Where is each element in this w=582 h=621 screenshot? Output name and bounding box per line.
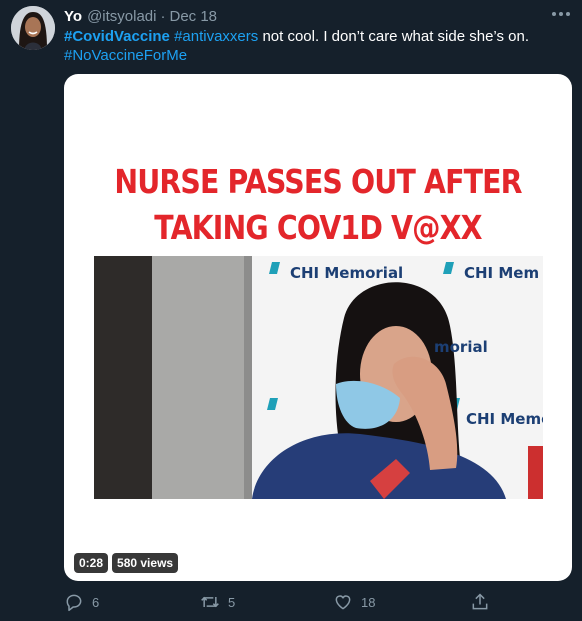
like-count: 18 [361, 594, 376, 610]
avatar-image [11, 6, 55, 50]
video-views: 580 views [112, 553, 179, 573]
author-name[interactable]: Yo [64, 8, 82, 25]
author-handle[interactable]: @itsyoladi [87, 8, 156, 25]
tweet-date[interactable]: Dec 18 [169, 8, 217, 25]
video-player[interactable]: NURSE PASSES OUT AFTER TAKING COV1D V@XX [64, 74, 572, 581]
video-frame: CHI Memorial CHI Mem morial CHI Memo [94, 256, 543, 499]
headline-line-2: TAKING COV1D V@XX [154, 208, 482, 247]
hashtag-link[interactable]: #CovidVaccine [64, 28, 170, 45]
backdrop-logo-text: CHI Mem [464, 264, 540, 282]
like-button[interactable]: 18 [333, 592, 375, 612]
tweet-header: Yo @itsyoladi · Dec 18 [64, 6, 217, 26]
share-icon [472, 593, 488, 610]
video-duration: 0:28 [74, 553, 109, 573]
video-headline: NURSE PASSES OUT AFTER TAKING COV1D V@XX [100, 159, 537, 251]
retweet-icon [201, 596, 219, 608]
reply-count: 6 [92, 594, 100, 610]
retweet-button[interactable]: 5 [200, 592, 235, 612]
tweet-body-text: not cool. I don’t care what side she’s o… [258, 28, 529, 45]
hashtag-link[interactable]: #antivaxxers [174, 28, 258, 45]
tweet[interactable]: Yo @itsyoladi · Dec 18 #CovidVaccine #an… [0, 0, 582, 621]
avatar[interactable] [11, 6, 55, 50]
like-icon [335, 595, 351, 610]
reply-icon [66, 594, 82, 612]
video-badges: 0:28 580 views [74, 553, 179, 573]
more-icon[interactable] [552, 8, 570, 20]
tweet-text: #CovidVaccine #antivaxxers not cool. I d… [64, 27, 564, 65]
reply-button[interactable]: 6 [64, 592, 99, 612]
backdrop-logo-text: CHI Memo [466, 410, 543, 428]
separator: · [160, 7, 166, 25]
tweet-actions: 6 5 18 [0, 592, 582, 616]
video-scene [94, 256, 543, 499]
share-button[interactable] [470, 592, 490, 612]
retweet-count: 5 [228, 594, 236, 610]
backdrop-logo-text: CHI Memorial [290, 264, 404, 282]
backdrop-logo-text: morial [434, 338, 488, 356]
hashtag-link[interactable]: #NoVaccineForMe [64, 47, 187, 64]
headline-line-1: NURSE PASSES OUT AFTER [114, 162, 522, 201]
